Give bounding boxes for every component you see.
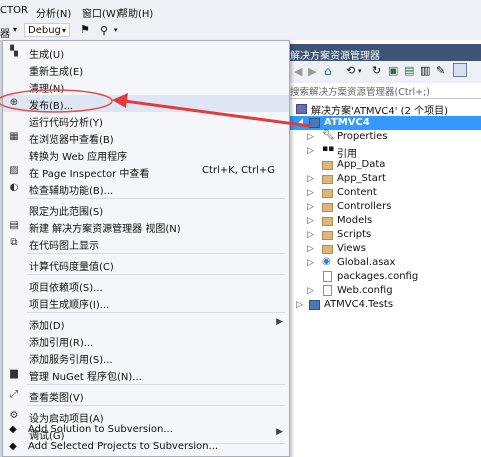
annotation-overlay xyxy=(0,89,311,128)
highlight-ellipse xyxy=(0,89,113,113)
pointer-arrow-shaft xyxy=(123,99,311,128)
pointer-arrow-head xyxy=(112,93,128,108)
